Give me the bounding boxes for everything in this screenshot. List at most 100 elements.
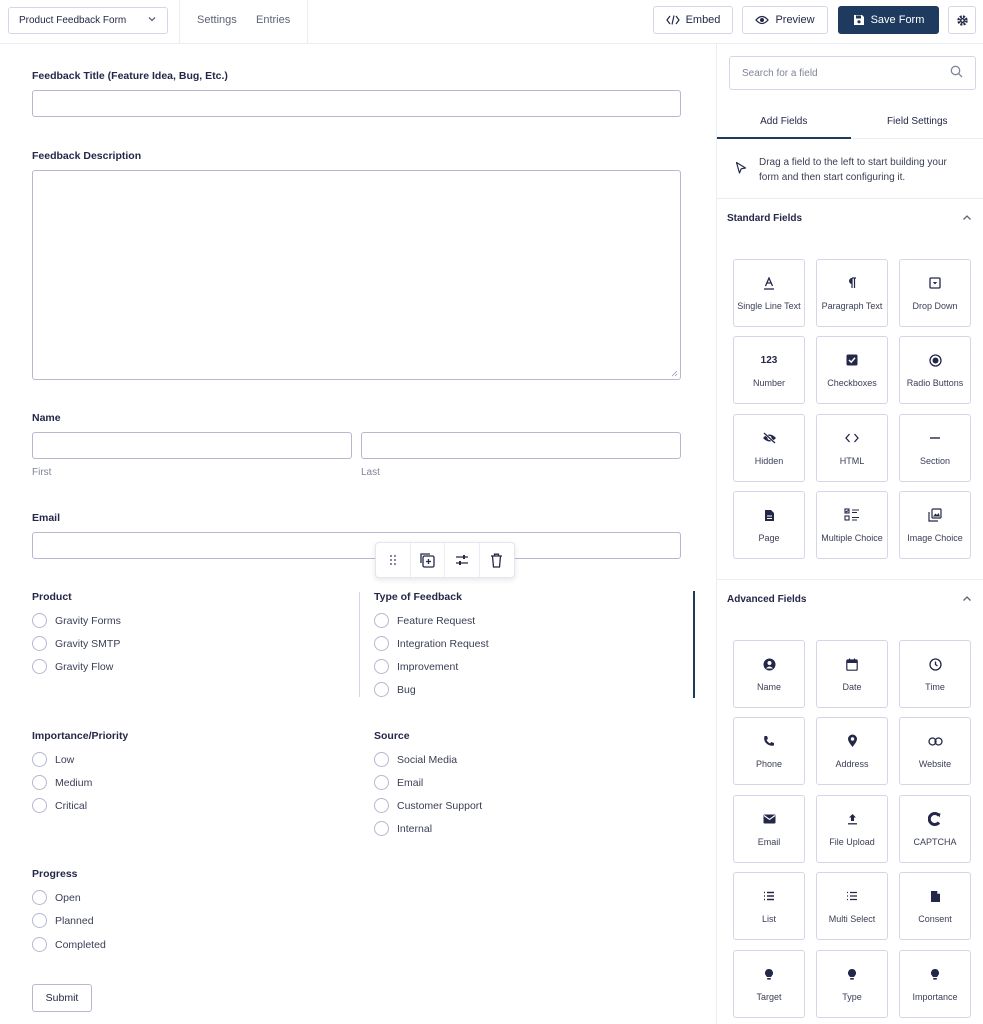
advanced-fields-header[interactable]: Advanced Fields bbox=[717, 580, 983, 618]
radio-circle[interactable] bbox=[374, 798, 389, 813]
field-tile-checkboxes[interactable]: Checkboxes bbox=[816, 336, 888, 404]
calendar-icon bbox=[846, 656, 858, 672]
field-tile-type[interactable]: Type bbox=[816, 950, 888, 1018]
field-tile-image-choice[interactable]: Image Choice bbox=[899, 491, 971, 559]
radio-circle[interactable] bbox=[32, 636, 47, 651]
radio-option[interactable]: Internal bbox=[374, 821, 432, 836]
radio-circle[interactable] bbox=[32, 752, 47, 767]
description-textarea[interactable] bbox=[32, 170, 681, 380]
tab-field-settings[interactable]: Field Settings bbox=[851, 104, 983, 138]
first-name-input[interactable] bbox=[32, 432, 352, 459]
radio-option[interactable]: Social Media bbox=[374, 752, 457, 767]
radio-circle[interactable] bbox=[32, 798, 47, 813]
radio-option[interactable]: Planned bbox=[32, 913, 94, 928]
field-tile-time[interactable]: Time bbox=[899, 640, 971, 708]
radio-circle[interactable] bbox=[374, 821, 389, 836]
tab-add-fields[interactable]: Add Fields bbox=[717, 104, 851, 139]
field-tile-consent[interactable]: Consent bbox=[899, 872, 971, 940]
section-title: Standard Fields bbox=[727, 212, 803, 224]
radio-option[interactable]: Completed bbox=[32, 937, 106, 952]
field-tile-number[interactable]: 123 Number bbox=[733, 336, 805, 404]
chevron-up-icon[interactable] bbox=[962, 594, 972, 605]
radio-circle[interactable] bbox=[374, 613, 389, 628]
field-tile-html[interactable]: HTML bbox=[816, 414, 888, 482]
radio-circle[interactable] bbox=[32, 659, 47, 674]
chevron-up-icon[interactable] bbox=[962, 213, 972, 224]
tile-label: Page bbox=[758, 533, 780, 543]
radio-circle[interactable] bbox=[32, 613, 47, 628]
radio-circle[interactable] bbox=[374, 775, 389, 790]
title-input[interactable] bbox=[32, 90, 681, 117]
field-tile-single-line-text[interactable]: Single Line Text bbox=[733, 259, 805, 327]
radio-label: Gravity SMTP bbox=[55, 637, 121, 650]
radio-option[interactable]: Gravity Flow bbox=[32, 659, 113, 674]
radio-option[interactable]: Feature Request bbox=[374, 613, 475, 628]
resize-handle-icon[interactable] bbox=[671, 370, 678, 377]
nav-settings[interactable]: Settings bbox=[197, 14, 237, 26]
tile-label: HTML bbox=[839, 456, 865, 466]
form-selector[interactable]: Product Feedback Form bbox=[8, 7, 168, 34]
radio-circle[interactable] bbox=[32, 913, 47, 928]
submit-button[interactable]: Submit bbox=[32, 984, 92, 1012]
radio-circle[interactable] bbox=[374, 752, 389, 767]
field-tile-list[interactable]: List bbox=[733, 872, 805, 940]
field-search-input[interactable]: Search for a field bbox=[729, 56, 976, 90]
nav-entries[interactable]: Entries bbox=[256, 14, 290, 26]
field-tile-paragraph-text[interactable]: Paragraph Text bbox=[816, 259, 888, 327]
field-tile-file-upload[interactable]: File Upload bbox=[816, 795, 888, 863]
field-tile-hidden[interactable]: Hidden bbox=[733, 414, 805, 482]
tile-label: Address bbox=[835, 759, 869, 769]
standard-fields-header[interactable]: Standard Fields bbox=[717, 199, 983, 237]
radio-option[interactable]: Critical bbox=[32, 798, 87, 813]
search-placeholder: Search for a field bbox=[742, 67, 818, 79]
drag-handle-icon[interactable] bbox=[376, 543, 411, 577]
field-tile-section[interactable]: Section bbox=[899, 414, 971, 482]
radio-option[interactable]: Gravity Forms bbox=[32, 613, 121, 628]
lightbulb-icon bbox=[847, 966, 857, 982]
field-tile-email[interactable]: Email bbox=[733, 795, 805, 863]
field-tile-radio-buttons[interactable]: Radio Buttons bbox=[899, 336, 971, 404]
field-tile-captcha[interactable]: CAPTCHA bbox=[899, 795, 971, 863]
field-tile-address[interactable]: Address bbox=[816, 717, 888, 785]
radio-option[interactable]: Bug bbox=[374, 682, 416, 697]
field-tile-importance[interactable]: Importance bbox=[899, 950, 971, 1018]
field-tile-multi-select[interactable]: Multi Select bbox=[816, 872, 888, 940]
field-tile-date[interactable]: Date bbox=[816, 640, 888, 708]
radio-option[interactable]: Customer Support bbox=[374, 798, 482, 813]
radio-option[interactable]: Email bbox=[374, 775, 423, 790]
field-selection-divider bbox=[359, 592, 360, 697]
radio-option[interactable]: Low bbox=[32, 752, 74, 767]
field-tile-target[interactable]: Target bbox=[733, 950, 805, 1018]
radio-label: Critical bbox=[55, 799, 88, 812]
code-icon bbox=[845, 430, 859, 446]
radio-option[interactable]: Medium bbox=[32, 775, 92, 790]
radio-option[interactable]: Integration Request bbox=[374, 636, 489, 651]
radio-circle[interactable] bbox=[32, 890, 47, 905]
field-tile-website[interactable]: Website bbox=[899, 717, 971, 785]
radio-circle[interactable] bbox=[32, 937, 47, 952]
radio-circle[interactable] bbox=[374, 682, 389, 697]
radio-circle[interactable] bbox=[32, 775, 47, 790]
save-form-button[interactable]: Save Form bbox=[838, 6, 939, 34]
tile-label: Number bbox=[752, 378, 785, 388]
radio-circle[interactable] bbox=[374, 659, 389, 674]
radio-option[interactable]: Open bbox=[32, 890, 81, 905]
settings-button[interactable] bbox=[948, 6, 976, 34]
map-pin-icon bbox=[847, 733, 858, 749]
field-tile-name[interactable]: Name bbox=[733, 640, 805, 708]
field-settings-icon[interactable] bbox=[445, 543, 480, 577]
embed-button[interactable]: Embed bbox=[653, 6, 733, 34]
field-tile-page[interactable]: Page bbox=[733, 491, 805, 559]
field-tile-drop-down[interactable]: Drop Down bbox=[899, 259, 971, 327]
last-name-input[interactable] bbox=[361, 432, 681, 459]
field-tile-multiple-choice[interactable]: Multiple Choice bbox=[816, 491, 888, 559]
radio-option[interactable]: Improvement bbox=[374, 659, 458, 674]
radio-option[interactable]: Gravity SMTP bbox=[32, 636, 120, 651]
preview-button[interactable]: Preview bbox=[742, 6, 828, 34]
duplicate-icon[interactable] bbox=[411, 543, 445, 577]
radio-circle[interactable] bbox=[374, 636, 389, 651]
email-input[interactable] bbox=[32, 532, 681, 559]
trash-icon[interactable] bbox=[480, 543, 514, 577]
field-tile-phone[interactable]: Phone bbox=[733, 717, 805, 785]
paragraph-icon bbox=[847, 275, 857, 291]
